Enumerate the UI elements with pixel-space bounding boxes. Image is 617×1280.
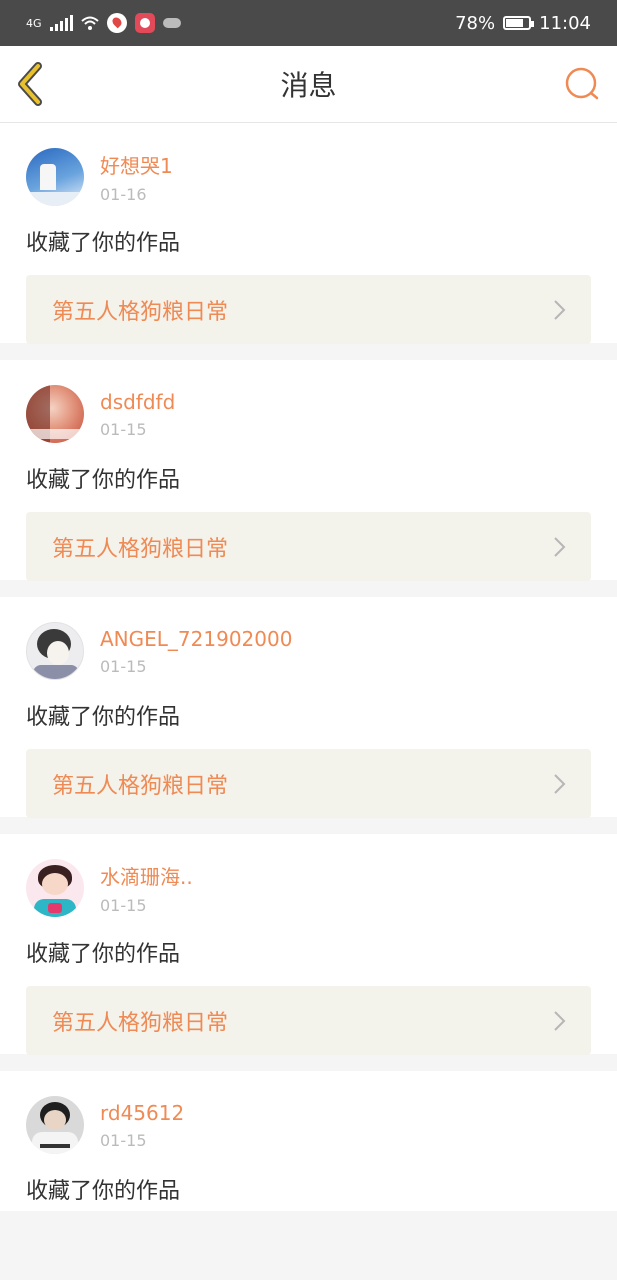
message-date: 01-16 [100, 185, 147, 204]
avatar[interactable] [26, 859, 84, 917]
chevron-right-icon [554, 299, 566, 320]
user-meta: 好想哭1 01-16 [100, 150, 173, 204]
work-link[interactable]: 第五人格狗粮日常 [26, 275, 591, 344]
battery-percent: 78% [455, 12, 496, 34]
status-bar: 4G 78% 11:04 [0, 0, 617, 46]
message-user: 水滴珊海.. 01-15 [26, 858, 591, 918]
message-date: 01-15 [100, 419, 147, 439]
user-name[interactable]: 好想哭1 [100, 150, 173, 179]
message-card: 水滴珊海.. 01-15 收藏了你的作品 第五人格狗粮日常 [0, 834, 617, 1055]
user-name[interactable]: rd45612 [100, 1101, 184, 1125]
cloud-icon [162, 18, 181, 28]
avatar[interactable] [26, 622, 84, 680]
message-card: 好想哭1 01-16 收藏了你的作品 第五人格狗粮日常 [0, 123, 617, 344]
message-user: ANGEL_721902000 01-15 [26, 621, 591, 681]
map-notification-icon [106, 13, 127, 33]
message-text: 收藏了你的作品 [26, 942, 181, 967]
page-title: 消息 [280, 69, 337, 102]
header: 消息 [0, 46, 617, 123]
back-button[interactable] [14, 62, 54, 106]
message-text: 收藏了你的作品 [26, 468, 181, 493]
battery-icon [503, 16, 535, 30]
user-name[interactable]: ANGEL_721902000 [100, 627, 292, 651]
avatar[interactable] [26, 1096, 84, 1154]
work-title: 第五人格狗粮日常 [52, 299, 229, 325]
message-date: 01-15 [100, 656, 147, 676]
message-date: 01-15 [100, 1130, 147, 1150]
message-user: rd45612 01-15 [26, 1095, 591, 1155]
work-link[interactable]: 第五人格狗粮日常 [26, 749, 591, 818]
work-title: 第五人格狗粮日常 [52, 773, 229, 799]
message-date: 01-15 [100, 896, 147, 915]
chevron-right-icon [554, 1010, 566, 1031]
status-left: 4G [26, 13, 181, 33]
app-notification-icon [134, 13, 155, 33]
work-title: 第五人格狗粮日常 [52, 1010, 229, 1036]
avatar[interactable] [26, 148, 84, 206]
status-right: 78% 11:04 [455, 13, 591, 34]
chevron-right-icon [554, 773, 566, 794]
signal-icon [49, 15, 73, 31]
work-link[interactable]: 第五人格狗粮日常 [26, 986, 591, 1055]
clock: 11:04 [539, 12, 591, 34]
message-list: 好想哭1 01-16 收藏了你的作品 第五人格狗粮日常 dsdfdfd 01-1… [0, 123, 617, 1211]
message-text: 收藏了你的作品 [26, 705, 181, 730]
user-name[interactable]: dsdfdfd [100, 390, 175, 414]
message-card: ANGEL_721902000 01-15 收藏了你的作品 第五人格狗粮日常 [0, 597, 617, 818]
user-meta: 水滴珊海.. 01-15 [100, 861, 193, 915]
work-title: 第五人格狗粮日常 [52, 536, 229, 562]
message-user: 好想哭1 01-16 [26, 147, 591, 207]
user-name[interactable]: 水滴珊海.. [100, 861, 193, 890]
message-text: 收藏了你的作品 [26, 231, 181, 256]
search-button[interactable] [563, 64, 603, 104]
message-user: dsdfdfd 01-15 [26, 384, 591, 444]
work-link[interactable]: 第五人格狗粮日常 [26, 512, 591, 581]
network-type: 4G [26, 16, 42, 30]
user-meta: rd45612 01-15 [100, 1101, 184, 1150]
message-card: dsdfdfd 01-15 收藏了你的作品 第五人格狗粮日常 [0, 360, 617, 581]
wifi-icon [80, 16, 99, 30]
message-card: rd45612 01-15 收藏了你的作品 [0, 1071, 617, 1211]
message-text: 收藏了你的作品 [26, 1179, 181, 1204]
chevron-right-icon [554, 536, 566, 557]
user-meta: dsdfdfd 01-15 [100, 390, 175, 439]
avatar[interactable] [26, 385, 84, 443]
user-meta: ANGEL_721902000 01-15 [100, 627, 292, 676]
